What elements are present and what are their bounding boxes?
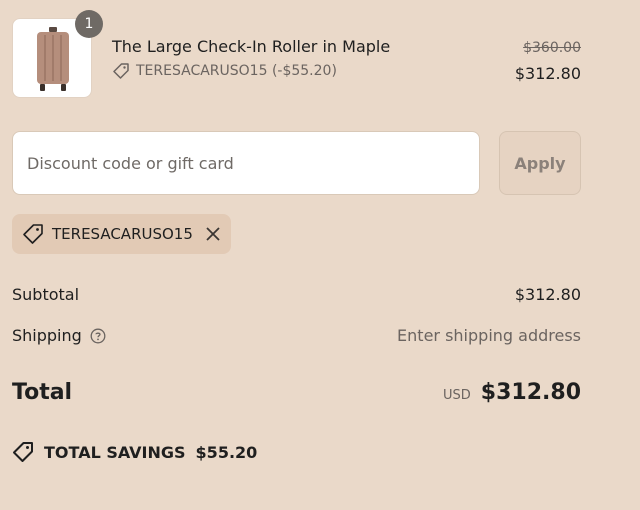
product-discount-label: TERESACARUSO15 (-$55.20) — [136, 63, 337, 79]
tag-icon — [113, 63, 129, 79]
apply-button[interactable]: Apply — [499, 131, 581, 195]
product-discount: TERESACARUSO15 (-$55.20) — [112, 62, 337, 80]
total-savings-value: $55.20 — [195, 442, 258, 462]
product-title: The Large Check-In Roller in Maple — [112, 37, 391, 56]
shipping-row-label: Shipping — [12, 326, 106, 345]
line-item-price: $312.80 — [514, 64, 581, 83]
tag-icon — [23, 224, 43, 244]
currency-code: USD — [443, 388, 471, 403]
suitcase-icon — [37, 27, 69, 91]
applied-code-label: TERESACARUSO15 — [52, 225, 193, 243]
shipping-label: Shipping — [12, 326, 82, 345]
total-value: USD $312.80 — [443, 380, 581, 405]
total-label: Total — [12, 380, 73, 405]
total-amount: $312.80 — [480, 380, 581, 405]
quantity-badge: 1 — [75, 10, 103, 38]
total-savings: TOTAL SAVINGS $55.20 — [12, 441, 257, 463]
remove-code-button[interactable] — [205, 226, 221, 242]
shipping-value: Enter shipping address — [397, 326, 581, 345]
savings-tag-icon — [13, 442, 33, 462]
applied-code-chip: TERESACARUSO15 — [12, 214, 231, 254]
close-icon — [206, 227, 220, 241]
subtotal-value: $312.80 — [514, 285, 581, 304]
help-circle-icon[interactable] — [90, 328, 106, 344]
total-savings-label: TOTAL SAVINGS — [44, 442, 186, 462]
original-price: $360.00 — [523, 40, 581, 56]
subtotal-label: Subtotal — [12, 285, 80, 304]
discount-code-input[interactable] — [12, 131, 480, 195]
